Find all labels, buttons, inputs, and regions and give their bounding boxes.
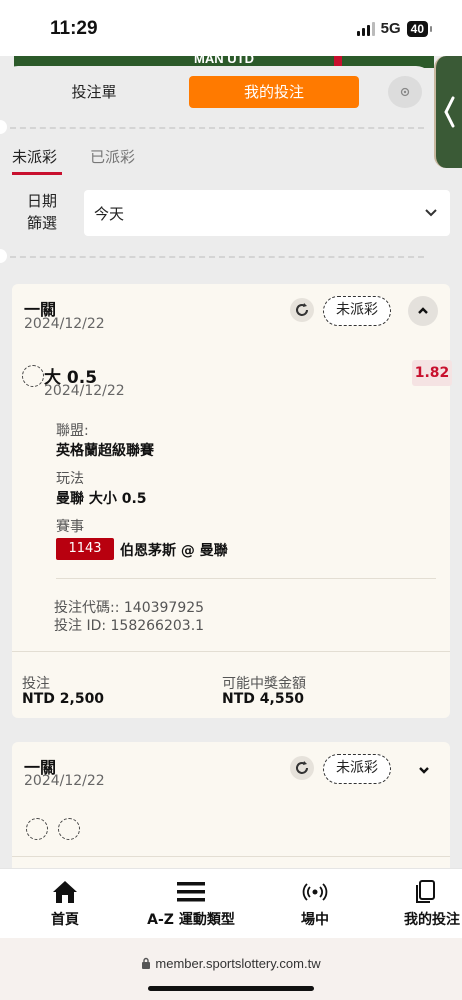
nav-my-bets[interactable]: 我的投注 <box>404 879 462 929</box>
bet-code: 投注代碼:: 140397925 <box>54 600 205 616</box>
bet-date: 2024/12/22 <box>24 316 105 332</box>
bets-icon <box>416 880 435 903</box>
home-indicator <box>148 986 314 991</box>
match-code-badge: 1143 <box>56 538 114 560</box>
bet-date: 2024/12/22 <box>24 773 105 789</box>
date-filter-value: 今天 <box>94 205 125 223</box>
chevron-up-icon <box>418 307 428 314</box>
refresh-icon <box>296 761 308 774</box>
url-display[interactable]: member.sportslottery.com.tw <box>0 956 462 971</box>
home-icon <box>53 881 77 903</box>
league-label: 聯盟: <box>56 423 89 439</box>
banner-text: MAN UTD <box>194 56 254 66</box>
network-type: 5G <box>380 20 401 37</box>
active-tab-underline <box>12 172 62 175</box>
payout-value: NTD 4,550 <box>222 691 305 707</box>
divider <box>56 578 436 579</box>
gear-icon <box>400 87 410 97</box>
tab-settled[interactable]: 已派彩 <box>90 146 135 167</box>
status-time: 11:29 <box>50 18 98 39</box>
date-filter-label: 日期篩選 <box>26 192 57 232</box>
bottom-nav: 首頁 A-Z 運動類型 場中 我的投注 <box>0 868 462 938</box>
divider <box>12 651 450 652</box>
status-badge: 未派彩 <box>323 296 391 326</box>
divider <box>10 256 424 258</box>
signal-icon <box>356 21 375 36</box>
nav-home-label: 首頁 <box>51 912 79 928</box>
event-label: 賽事 <box>56 519 84 535</box>
league-value: 英格蘭超級聯賽 <box>56 443 154 459</box>
chevron-down-icon <box>419 767 429 774</box>
status-indicators: 5G 40 <box>356 20 433 37</box>
menu-icon <box>177 882 205 902</box>
live-icon <box>302 883 328 901</box>
stake-value: NTD 2,500 <box>22 691 105 707</box>
refresh-button[interactable] <box>290 298 314 322</box>
tab-bet-slip[interactable]: 投注單 <box>44 76 144 108</box>
market-value: 曼聯 大小 0.5 <box>56 491 147 507</box>
selection-date: 2024/12/22 <box>44 383 125 399</box>
nav-sports-az[interactable]: A-Z 運動類型 <box>136 879 246 929</box>
selection-status-icon <box>58 818 80 840</box>
side-panel-toggle[interactable] <box>434 56 462 168</box>
divider <box>10 127 424 129</box>
status-bar: 11:29 5G 40 <box>0 0 462 56</box>
payout-label: 可能中獎金額 <box>222 676 306 692</box>
selection-status-icon <box>22 365 44 387</box>
refresh-button[interactable] <box>290 756 314 780</box>
nav-sports-az-label: A-Z 運動類型 <box>147 912 235 928</box>
nav-home[interactable]: 首頁 <box>42 879 88 929</box>
tab-unsettled[interactable]: 未派彩 <box>12 146 57 167</box>
bet-id: 投注 ID: 158266203.1 <box>54 618 205 634</box>
chevron-down-icon <box>425 209 437 217</box>
browser-url-bar: member.sportslottery.com.tw <box>0 938 462 1000</box>
date-filter-select[interactable]: 今天 <box>84 190 450 236</box>
match-teams: 伯恩茅斯 @ 曼聯 <box>120 543 228 559</box>
nav-my-bets-label: 我的投注 <box>404 912 460 928</box>
battery-icon: 40 <box>406 20 433 37</box>
nav-live-label: 場中 <box>301 912 329 928</box>
divider <box>12 856 450 857</box>
lock-icon <box>142 957 151 969</box>
bet-tabs: 投注單 我的投注 <box>0 76 434 108</box>
url-text: member.sportslottery.com.tw <box>155 956 321 971</box>
status-badge: 未派彩 <box>323 754 391 784</box>
market-label: 玩法 <box>56 471 84 487</box>
chevron-left-icon <box>444 96 455 128</box>
odds-badge: 1.82 <box>412 360 452 386</box>
nav-live[interactable]: 場中 <box>290 879 340 929</box>
tab-my-bets[interactable]: 我的投注 <box>189 76 359 108</box>
refresh-icon <box>296 303 308 316</box>
expand-button[interactable] <box>412 758 436 782</box>
settings-button[interactable] <box>388 76 422 108</box>
selection-status-icon <box>26 818 48 840</box>
collapse-button[interactable] <box>408 296 438 326</box>
stake-label: 投注 <box>22 676 50 692</box>
